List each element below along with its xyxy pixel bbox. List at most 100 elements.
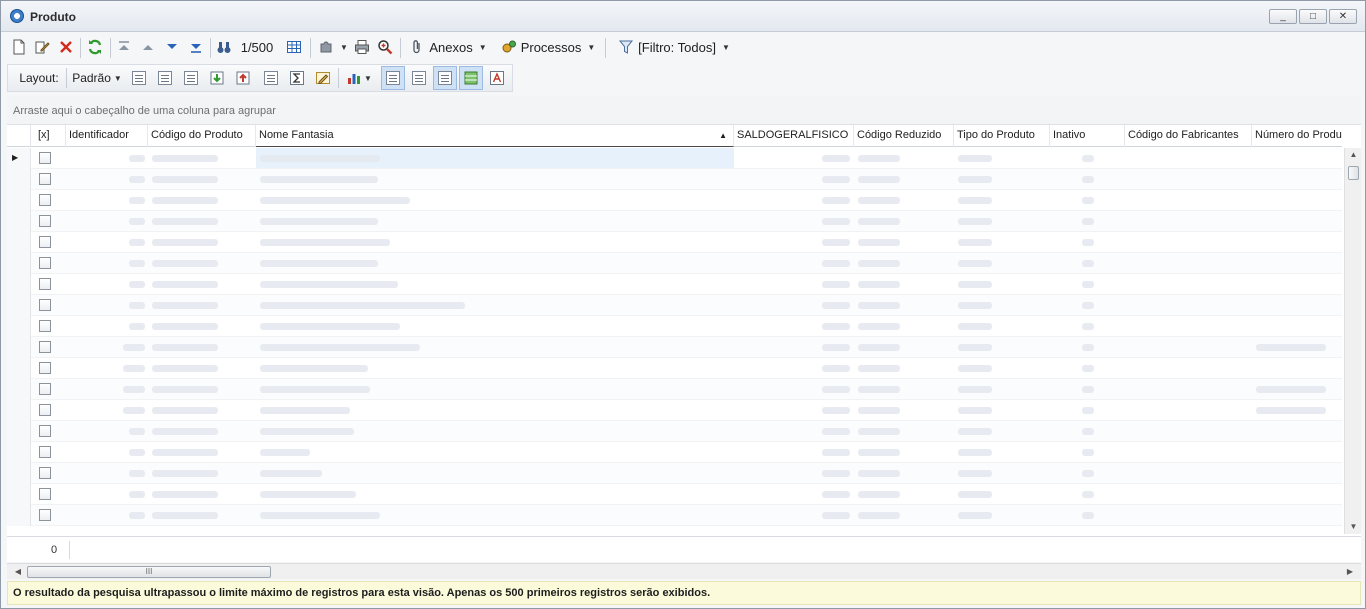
row-select-checkbox[interactable] — [39, 152, 51, 164]
processes-dropdown[interactable]: Processos ▼ — [495, 34, 601, 60]
import-layout-button[interactable] — [206, 66, 228, 90]
table-row[interactable] — [7, 358, 1342, 379]
layout-dropdown[interactable]: Padrão ▼ — [70, 66, 124, 90]
row-select-checkbox[interactable] — [39, 383, 51, 395]
last-record-button[interactable] — [185, 34, 207, 60]
column-header-short-code[interactable]: Código Reduzido — [854, 125, 954, 147]
row-select-checkbox[interactable] — [39, 299, 51, 311]
row-select-checkbox[interactable] — [39, 236, 51, 248]
row-select-checkbox[interactable] — [39, 194, 51, 206]
column-header-select[interactable]: [x] — [31, 125, 66, 147]
column-header-identifier[interactable]: Identificador — [66, 125, 148, 147]
summary-button[interactable] — [286, 66, 308, 90]
horizontal-scrollbar[interactable]: ◀ III ▶ — [7, 563, 1361, 579]
scroll-down-icon[interactable]: ▼ — [1345, 520, 1362, 534]
edit-record-button[interactable] — [31, 34, 53, 60]
chevron-down-icon: ▼ — [364, 73, 372, 83]
font-format-icon — [490, 71, 504, 85]
delete-record-button[interactable] — [56, 34, 76, 60]
row-select-checkbox[interactable] — [39, 257, 51, 269]
products-grid[interactable]: [x] Identificador Código do Produto Nome… — [7, 124, 1361, 536]
table-row[interactable] — [7, 169, 1342, 190]
print-preview-button[interactable] — [375, 34, 395, 60]
scroll-left-icon[interactable]: ◀ — [11, 564, 25, 580]
table-row[interactable] — [7, 463, 1342, 484]
new-record-button[interactable] — [9, 34, 29, 60]
table-row[interactable] — [7, 211, 1342, 232]
first-record-button[interactable] — [113, 34, 135, 60]
find-button[interactable] — [214, 34, 234, 60]
edit-layout-button[interactable] — [312, 66, 334, 90]
scroll-right-icon[interactable]: ▶ — [1343, 564, 1357, 580]
save-layout-button[interactable] — [128, 66, 150, 90]
row-select-checkbox[interactable] — [39, 278, 51, 290]
view-mode-1-button[interactable] — [381, 66, 405, 90]
row-indicator — [7, 379, 31, 400]
row-select-checkbox[interactable] — [39, 509, 51, 521]
tools-dropdown[interactable]: ▼ — [314, 34, 352, 60]
vertical-scroll-thumb[interactable] — [1348, 166, 1359, 180]
view-mode-4-button[interactable] — [459, 66, 483, 90]
column-header-product-code[interactable]: Código do Produto — [148, 125, 256, 147]
columns-layout-button[interactable] — [180, 66, 202, 90]
table-row[interactable] — [7, 253, 1342, 274]
row-select-checkbox[interactable] — [39, 404, 51, 416]
filter-dropdown[interactable]: [Filtro: Todos] ▼ — [609, 34, 739, 60]
chevron-down-icon: ▼ — [113, 73, 122, 83]
previous-record-button[interactable] — [137, 34, 159, 60]
row-select-checkbox[interactable] — [39, 215, 51, 227]
table-row[interactable] — [7, 295, 1342, 316]
table-row[interactable]: ▶ — [7, 148, 1342, 169]
row-select-checkbox[interactable] — [39, 488, 51, 500]
row-select-checkbox[interactable] — [39, 467, 51, 479]
export-layout-button[interactable] — [232, 66, 254, 90]
table-row[interactable] — [7, 484, 1342, 505]
chart-dropdown[interactable]: ▼ — [342, 66, 376, 90]
column-header-product-number[interactable]: Número do Produto n — [1252, 125, 1342, 147]
row-select-checkbox[interactable] — [39, 446, 51, 458]
table-row[interactable] — [7, 316, 1342, 337]
close-window-button[interactable]: ✕ — [1329, 9, 1357, 24]
table-row[interactable] — [7, 505, 1342, 526]
table-row[interactable] — [7, 442, 1342, 463]
grid-lines-button[interactable] — [260, 66, 282, 90]
table-row[interactable] — [7, 232, 1342, 253]
arrow-down-icon — [167, 44, 177, 49]
maximize-button[interactable]: □ — [1299, 9, 1327, 24]
attachments-dropdown[interactable]: Anexos ▼ — [405, 34, 491, 60]
print-button[interactable] — [352, 34, 372, 60]
cell-physical-balance — [822, 239, 850, 246]
grid-view-button[interactable] — [283, 34, 305, 60]
row-select-checkbox[interactable] — [39, 320, 51, 332]
cell-identifier — [129, 491, 145, 498]
next-record-button[interactable] — [161, 34, 183, 60]
table-row[interactable] — [7, 274, 1342, 295]
vertical-scrollbar[interactable]: ▲ ▼ — [1344, 148, 1361, 534]
row-select-checkbox[interactable] — [39, 362, 51, 374]
table-row[interactable] — [7, 421, 1342, 442]
view-mode-2-button[interactable] — [407, 66, 431, 90]
table-row[interactable] — [7, 400, 1342, 421]
import-icon — [210, 71, 224, 85]
edit-layout-icon — [316, 72, 330, 84]
view-mode-3-button[interactable] — [433, 66, 457, 90]
group-by-panel[interactable]: Arraste aqui o cabeçalho de uma coluna p… — [7, 96, 1361, 124]
row-indicator — [7, 295, 31, 316]
column-header-manufacturer-code[interactable]: Código do Fabricantes — [1125, 125, 1252, 147]
table-row[interactable] — [7, 379, 1342, 400]
column-header-trade-name[interactable]: Nome Fantasia ▲ — [256, 125, 734, 147]
horizontal-scroll-thumb[interactable]: III — [27, 566, 271, 578]
row-select-checkbox[interactable] — [39, 173, 51, 185]
minimize-button[interactable]: _ — [1269, 9, 1297, 24]
table-row[interactable] — [7, 190, 1342, 211]
scroll-up-icon[interactable]: ▲ — [1345, 148, 1362, 162]
column-header-inactive[interactable]: Inativo — [1050, 125, 1125, 147]
font-format-button[interactable] — [485, 66, 509, 90]
column-header-product-type[interactable]: Tipo do Produto — [954, 125, 1050, 147]
column-header-physical-balance[interactable]: SALDOGERALFISICO — [734, 125, 854, 147]
row-select-checkbox[interactable] — [39, 425, 51, 437]
copy-layout-button[interactable] — [154, 66, 176, 90]
table-row[interactable] — [7, 337, 1342, 358]
row-select-checkbox[interactable] — [39, 341, 51, 353]
refresh-button[interactable] — [84, 34, 106, 60]
